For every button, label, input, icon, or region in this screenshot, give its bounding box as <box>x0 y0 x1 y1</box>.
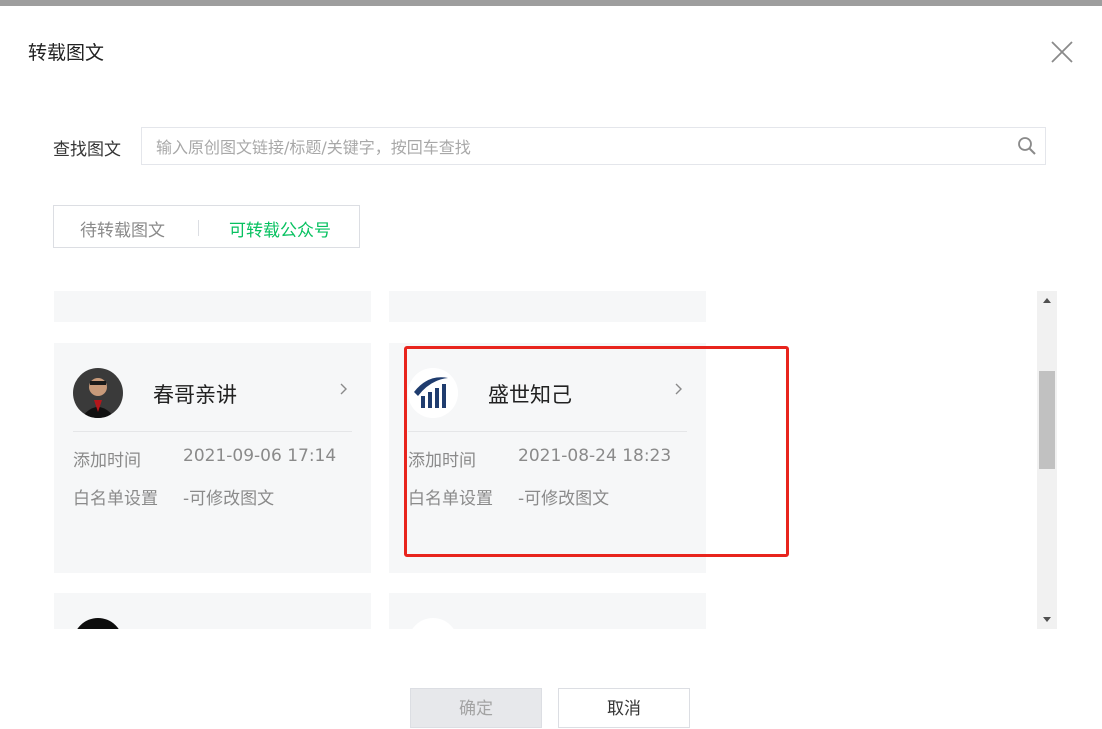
scroll-thumb[interactable] <box>1039 371 1055 469</box>
tab-divider <box>198 220 199 236</box>
divider <box>73 431 352 432</box>
whitelist-value: -可修改图文 <box>183 489 275 509</box>
close-icon[interactable] <box>1046 36 1078 68</box>
chevron-right-icon[interactable] <box>339 381 349 397</box>
avatar <box>408 618 458 629</box>
added-time-label: 添加时间 <box>73 451 141 471</box>
whitelist-label: 白名单设置 <box>408 489 493 509</box>
divider <box>408 431 687 432</box>
cancel-button[interactable]: 取消 <box>558 688 690 728</box>
avatar <box>73 618 123 629</box>
search-label: 查找图文 <box>53 140 121 160</box>
list-item[interactable] <box>389 291 706 322</box>
confirm-button[interactable]: 确定 <box>410 688 542 728</box>
whitelist-label: 白名单设置 <box>73 489 158 509</box>
avatar <box>408 368 458 418</box>
account-name: 春哥亲讲 <box>153 383 237 407</box>
account-list: 春哥亲讲 添加时间 2021-09-06 17:14 白名单设置 -可修改图文 … <box>54 291 1057 629</box>
added-time-value: 2021-09-06 17:14 <box>183 446 337 466</box>
whitelist-value: -可修改图文 <box>518 489 610 509</box>
scrollbar[interactable] <box>1037 291 1057 629</box>
tab-bar: 待转载图文 可转载公众号 <box>53 205 360 248</box>
person-photo-icon <box>73 368 123 418</box>
account-name: 盛世知己 <box>488 383 572 407</box>
search-input[interactable] <box>154 128 1008 166</box>
chevron-right-icon[interactable] <box>674 381 684 397</box>
scroll-up-arrow-icon[interactable] <box>1037 291 1057 311</box>
account-card[interactable]: 盛世知己 添加时间 2021-08-24 18:23 白名单设置 -可修改图文 <box>389 343 706 573</box>
top-bar <box>0 0 1102 6</box>
tab-pending-articles[interactable]: 待转载图文 <box>80 216 165 241</box>
account-card[interactable]: 春哥亲讲 添加时间 2021-09-06 17:14 白名单设置 -可修改图文 <box>54 343 371 573</box>
scroll-down-arrow-icon[interactable] <box>1037 609 1057 629</box>
tab-reprintable-accounts[interactable]: 可转载公众号 <box>229 216 331 241</box>
list-item[interactable] <box>389 593 706 629</box>
list-item[interactable] <box>54 291 371 322</box>
dialog-title: 转载图文 <box>28 42 105 64</box>
search-box <box>141 127 1046 166</box>
search-icon[interactable] <box>1017 136 1037 156</box>
bar-chart-logo-icon <box>408 368 458 418</box>
added-time-label: 添加时间 <box>408 451 476 471</box>
avatar <box>73 368 123 418</box>
list-item[interactable] <box>54 593 371 629</box>
added-time-value: 2021-08-24 18:23 <box>518 446 672 466</box>
